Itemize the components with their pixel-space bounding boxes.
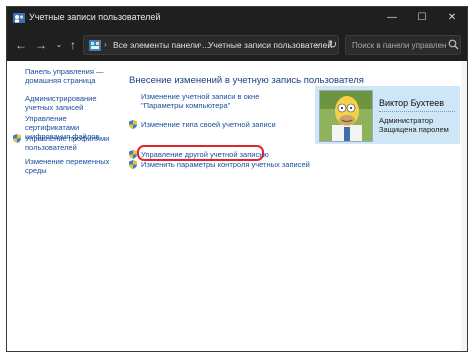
refresh-button[interactable]: ↻ — [328, 38, 337, 51]
shield-icon — [129, 160, 137, 169]
forward-button[interactable]: → — [33, 37, 49, 53]
control-panel-icon — [89, 40, 101, 51]
close-button[interactable]: ✕ — [437, 7, 467, 29]
page-title: Внесение изменений в учетную запись поль… — [129, 75, 364, 86]
account-role: Администратор — [379, 116, 434, 125]
search-input[interactable] — [346, 36, 446, 54]
shield-icon — [129, 150, 137, 159]
avatar-picture — [320, 91, 372, 141]
uac-settings-link[interactable]: Изменить параметры контроля учетных запи… — [141, 160, 311, 169]
navigation-bar: ← → ⌄ ↑ › Все элементы панели ... › Учет… — [7, 29, 467, 61]
address-dropdown-button[interactable]: ⌄ — [314, 39, 321, 48]
shield-icon — [129, 120, 137, 129]
change-account-type-link[interactable]: Изменение типа своей учетной записи — [141, 120, 291, 129]
sidebar-item-account-administration[interactable]: Администрирование учетных записей — [25, 94, 113, 112]
account-name: Виктор Бухтеев — [379, 98, 445, 108]
manage-another-account-link[interactable]: Управление другой учетной записью — [141, 150, 291, 159]
window-title: Учетные записи пользователей — [29, 12, 161, 22]
change-account-in-settings-link[interactable]: Изменение учетной записи в окне "Парамет… — [141, 92, 291, 110]
account-card: Виктор Бухтеев Администратор Защищена па… — [315, 86, 460, 144]
maximize-button[interactable]: ☐ — [407, 7, 437, 29]
search-box[interactable] — [345, 35, 461, 55]
search-icon[interactable] — [448, 39, 459, 50]
breadcrumb-separator: › — [199, 40, 202, 49]
breadcrumb-separator: › — [104, 40, 107, 49]
user-accounts-icon — [13, 13, 25, 23]
breadcrumb-all-items[interactable]: Все элементы панели ... — [113, 40, 209, 50]
sidebar-item-environment-variables[interactable]: Изменение переменных среды — [25, 157, 113, 175]
avatar — [319, 90, 373, 142]
password-status: Защищена паролем — [379, 125, 449, 134]
content-area: Панель управления — домашняя страница Ад… — [7, 61, 467, 351]
address-bar[interactable]: › Все элементы панели ... › Учетные запи… — [83, 35, 339, 55]
title-bar: Учетные записи пользователей — ☐ ✕ — [7, 7, 467, 29]
control-panel-window: Учетные записи пользователей — ☐ ✕ ← → ⌄… — [6, 6, 468, 352]
sidebar-item-user-profiles[interactable]: Управление профилями пользователей — [25, 134, 113, 152]
main-panel: Внесение изменений в учетную запись поль… — [119, 61, 467, 351]
scrollbar[interactable] — [461, 61, 467, 351]
sidebar-item-home[interactable]: Панель управления — домашняя страница — [25, 67, 113, 85]
divider — [379, 111, 455, 112]
shield-icon — [13, 134, 21, 143]
minimize-button[interactable]: — — [377, 7, 407, 29]
back-button[interactable]: ← — [13, 37, 29, 53]
up-button[interactable]: ↑ — [65, 37, 81, 53]
